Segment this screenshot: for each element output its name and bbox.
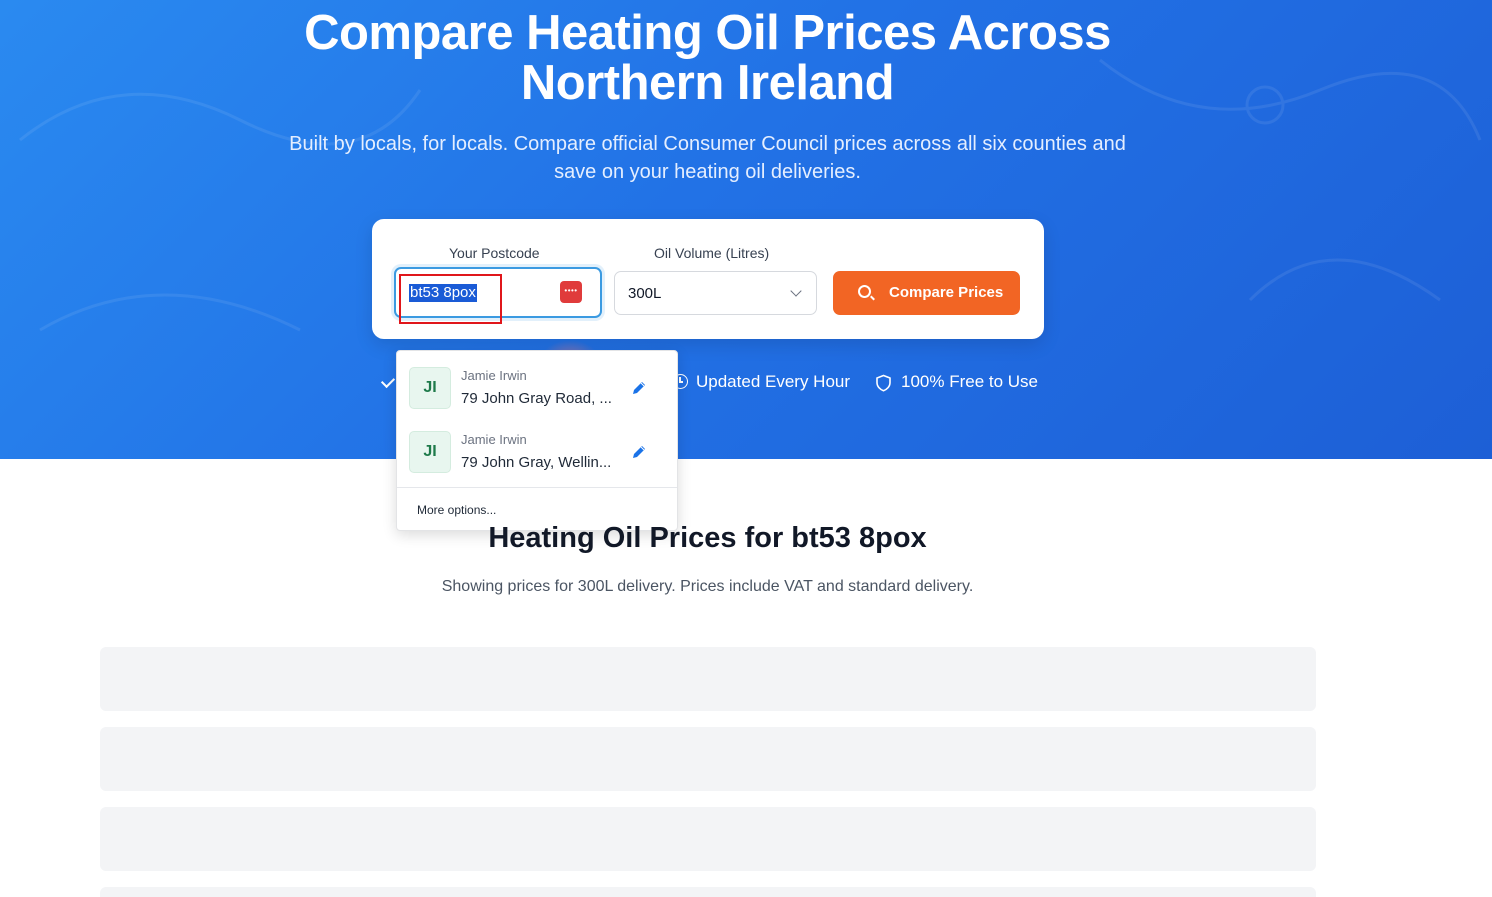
autofill-divider bbox=[397, 487, 677, 488]
results-subtitle: Showing prices for 300L delivery. Prices… bbox=[441, 578, 974, 595]
avatar: JI bbox=[409, 431, 451, 473]
volume-label: Oil Volume (Litres) bbox=[654, 245, 770, 261]
shield-icon bbox=[876, 374, 891, 392]
page-title-line-1: Compare Heating Oil Prices Across bbox=[304, 6, 1111, 60]
postcode-field[interactable]: bt53 8pox bbox=[394, 267, 602, 318]
volume-selected-value: 300L bbox=[628, 285, 662, 302]
search-icon bbox=[858, 285, 871, 298]
hero-subtitle: Built by locals, for locals. Compare off… bbox=[250, 130, 1165, 186]
autofill-more-options[interactable]: More options... bbox=[417, 503, 496, 517]
autofill-dropdown: JI Jamie Irwin 79 John Gray Road, ... JI… bbox=[396, 350, 678, 531]
autofill-item[interactable]: JI Jamie Irwin 79 John Gray, Wellin... bbox=[397, 415, 677, 479]
password-manager-icon[interactable] bbox=[560, 281, 582, 303]
postcode-input[interactable]: bt53 8pox bbox=[409, 284, 477, 302]
search-card: Your Postcode bt53 8pox Oil Volume (Litr… bbox=[372, 219, 1044, 339]
chevron-down-icon bbox=[790, 285, 802, 297]
autofill-item-name: Jamie Irwin bbox=[461, 432, 527, 447]
hero-subtitle-line-1: Built by locals, for locals. Compare off… bbox=[289, 133, 1126, 155]
compare-prices-label: Compare Prices bbox=[889, 284, 1004, 301]
page-title: Compare Heating Oil Prices Across Northe… bbox=[0, 8, 1415, 108]
compare-prices-button[interactable]: Compare Prices bbox=[833, 271, 1020, 315]
loading-placeholder-row bbox=[100, 727, 1316, 791]
avatar: JI bbox=[409, 367, 451, 409]
feature-updated-hourly: Updated Every Hour bbox=[696, 372, 851, 391]
feature-free: 100% Free to Use bbox=[901, 372, 1039, 391]
volume-select[interactable]: 300L bbox=[614, 271, 817, 315]
loading-placeholder-row bbox=[100, 887, 1316, 897]
loading-placeholder-row bbox=[100, 807, 1316, 871]
autofill-item-address: 79 John Gray Road, ... bbox=[461, 390, 612, 407]
page-title-line-2: Northern Ireland bbox=[520, 56, 895, 110]
autofill-item-name: Jamie Irwin bbox=[461, 368, 527, 383]
postcode-label: Your Postcode bbox=[449, 245, 540, 261]
pencil-icon[interactable] bbox=[630, 379, 648, 397]
hero-subtitle-line-2: save on your heating oil deliveries. bbox=[554, 161, 861, 183]
loading-placeholder-row bbox=[100, 647, 1316, 711]
autofill-item[interactable]: JI Jamie Irwin 79 John Gray Road, ... bbox=[397, 351, 677, 415]
autofill-item-address: 79 John Gray, Wellin... bbox=[461, 454, 612, 471]
results-title: Heating Oil Prices for bt53 8pox bbox=[488, 522, 927, 554]
pencil-icon[interactable] bbox=[630, 443, 648, 461]
